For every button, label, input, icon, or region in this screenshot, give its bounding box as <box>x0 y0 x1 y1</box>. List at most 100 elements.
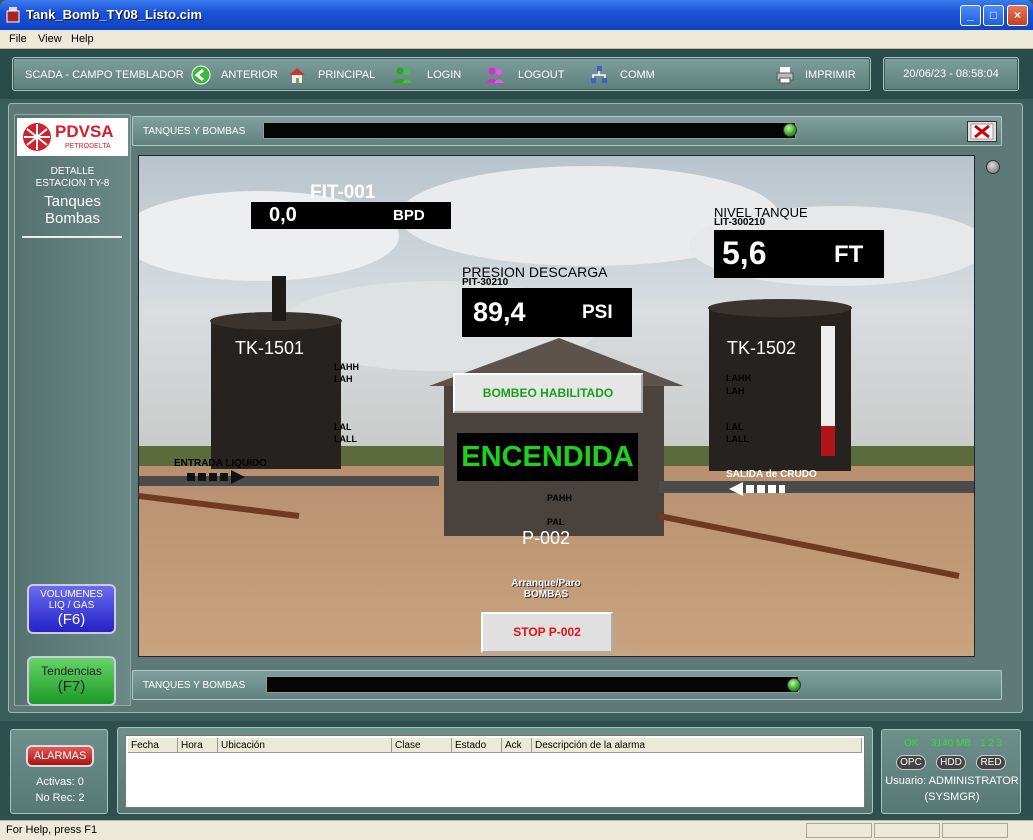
col-hora[interactable]: Hora <box>178 738 218 753</box>
fit-unit: BPD <box>393 207 425 224</box>
alarm-summary-panel: ALARMAS Activas: 0 No Rec: 2 <box>10 729 108 814</box>
arranque-label-line1: Arranque/Paro <box>511 578 581 589</box>
tank2-lall-tag: LALL <box>726 434 749 444</box>
arranque-label: Arranque/Paro BOMBAS <box>500 578 592 600</box>
bombeo-habilitado-indicator: BOMBEO HABILITADO <box>453 373 643 413</box>
logout-users-icon[interactable] <box>485 65 505 85</box>
level-value: 5,6 <box>722 235 767 271</box>
red-indicator[interactable]: RED <box>976 755 1006 770</box>
comm-button[interactable]: COMM <box>620 69 655 81</box>
plant-scene: FIT-001 0,0 BPD PRESION DESCARGA PIT-302… <box>138 155 975 657</box>
bottom-status-led <box>787 678 801 692</box>
site-name: SCADA - CAMPO TEMBLADOR <box>25 69 184 81</box>
volumenes-button[interactable]: VOLUMENES LIQ / GAS (F6) <box>27 584 116 634</box>
fit-value: 0,0 <box>269 204 297 226</box>
navigation-toolbar: SCADA - CAMPO TEMBLADOR ANTERIOR PRINCIP… <box>12 57 871 91</box>
status-help-text: For Help, press F1 <box>6 824 98 836</box>
volumenes-key: (F6) <box>57 611 86 628</box>
pdvsa-logo: PDVSA PETRODELTA <box>17 118 128 156</box>
home-icon[interactable] <box>287 65 307 85</box>
anterior-button[interactable]: ANTERIOR <box>221 69 278 81</box>
principal-button[interactable]: PRINCIPAL <box>318 69 375 81</box>
user-label: Usuario: ADMINISTRATOR <box>885 775 1019 787</box>
menu-view[interactable]: View <box>38 33 62 45</box>
fit-tag: FIT-001 <box>310 182 376 203</box>
system-memory: 3140 MB <box>931 738 972 749</box>
salida-label: SALIDA de CRUDO <box>726 469 817 480</box>
estacion-label: ESTACION TY-8 <box>35 178 110 189</box>
press-readout: 89,4 PSI <box>462 288 632 337</box>
col-fecha[interactable]: Fecha <box>128 738 178 753</box>
app-icon <box>6 7 20 23</box>
printer-icon[interactable] <box>775 65 795 85</box>
logout-button[interactable]: LOGOUT <box>518 69 564 81</box>
tendencias-label: Tendencias <box>41 664 102 678</box>
entrada-label: ENTRADA LIQUIDO <box>174 458 267 469</box>
menu-bar: File View Help <box>0 30 1033 49</box>
hdd-indicator[interactable]: HDD <box>936 755 966 770</box>
login-button[interactable]: LOGIN <box>427 69 461 81</box>
alarmas-button[interactable]: ALARMAS <box>26 745 94 767</box>
status-pane-3 <box>942 823 1008 838</box>
maximize-button[interactable]: □ <box>983 5 1004 26</box>
tank1-label: TK-1501 <box>235 338 305 358</box>
col-descripcion[interactable]: Descripción de la alarma <box>532 738 862 753</box>
level-unit: FT <box>834 241 864 268</box>
tank2-lal-tag: LAL <box>726 422 744 432</box>
volumenes-label-line1: VOLUMENES <box>40 589 103 600</box>
top-strip-bar <box>263 122 796 139</box>
imprimir-button[interactable]: IMPRIMIR <box>805 69 856 81</box>
login-users-icon[interactable] <box>393 65 413 85</box>
status-bar: For Help, press F1 <box>0 820 1033 840</box>
fit-readout: 0,0 BPD <box>251 202 451 229</box>
bottom-strip-label: TANQUES Y BOMBAS <box>143 680 246 691</box>
pump-pal-tag: PAL <box>547 517 565 527</box>
user-group: (SYSMGR) <box>924 791 980 803</box>
press-tag: PIT-30210 <box>462 277 509 288</box>
col-clase[interactable]: Clase <box>392 738 452 753</box>
level-tag: LIT-300210 <box>714 217 766 228</box>
level-readout: 5,6 FT <box>714 230 884 278</box>
col-ack[interactable]: Ack <box>502 738 532 753</box>
close-button[interactable]: × <box>1007 5 1028 26</box>
menu-file[interactable]: File <box>9 33 27 45</box>
status-pane-2 <box>874 823 940 838</box>
system-ok: OK <box>904 738 919 749</box>
system-nums: 1 2 3 <box>980 738 1003 749</box>
detalle-label: DETALLE <box>50 166 95 177</box>
datetime-display: 20/06/23 - 08:58:04 <box>883 57 1019 91</box>
scroll-knob[interactable] <box>986 160 1000 174</box>
tank2-lahh-tag: LAHH <box>726 373 751 383</box>
page-title-line2: Bombas <box>44 210 101 227</box>
status-pane-1 <box>806 823 872 838</box>
col-ubicacion[interactable]: Ubicación <box>218 738 392 753</box>
press-unit: PSI <box>582 302 613 323</box>
tank2-label: TK-1502 <box>727 338 797 358</box>
tendencias-button[interactable]: Tendencias (F7) <box>27 656 116 706</box>
entrada-arrow-icon <box>187 470 245 484</box>
network-comm-icon[interactable] <box>589 65 609 85</box>
menu-help[interactable]: Help <box>71 33 94 45</box>
logo-text: PDVSA <box>55 122 114 141</box>
tank2-lah-tag: LAH <box>726 386 745 396</box>
col-estado[interactable]: Estado <box>452 738 502 753</box>
alarm-table[interactable]: Fecha Hora Ubicación Clase Estado Ack De… <box>125 735 865 808</box>
title-bar: Tank_Bomb_TY08_Listo.cim _ □ × <box>0 0 1033 30</box>
salida-arrow-icon <box>729 482 785 496</box>
close-screen-icon[interactable] <box>967 121 997 142</box>
opc-indicator[interactable]: OPC <box>896 755 926 770</box>
alarmas-no-rec: No Rec: 2 <box>35 792 85 804</box>
pdvsa-emblem-icon <box>23 123 51 151</box>
tank1-lah-tag: LAH <box>334 374 353 384</box>
press-value: 89,4 <box>473 297 526 327</box>
arranque-label-line2: BOMBAS <box>523 589 569 600</box>
tank1-lall-tag: LALL <box>334 434 357 444</box>
pump-pahh-tag: PAHH <box>547 493 572 503</box>
minimize-button[interactable]: _ <box>960 5 981 26</box>
logo-subtext: PETRODELTA <box>65 143 111 150</box>
top-status-led <box>783 123 797 137</box>
back-arrow-icon[interactable] <box>191 65 211 85</box>
volumenes-label-line2: LIQ / GAS <box>48 600 95 611</box>
bottom-strip: TANQUES Y BOMBAS <box>132 670 1002 700</box>
stop-pump-button[interactable]: STOP P-002 <box>481 612 613 653</box>
